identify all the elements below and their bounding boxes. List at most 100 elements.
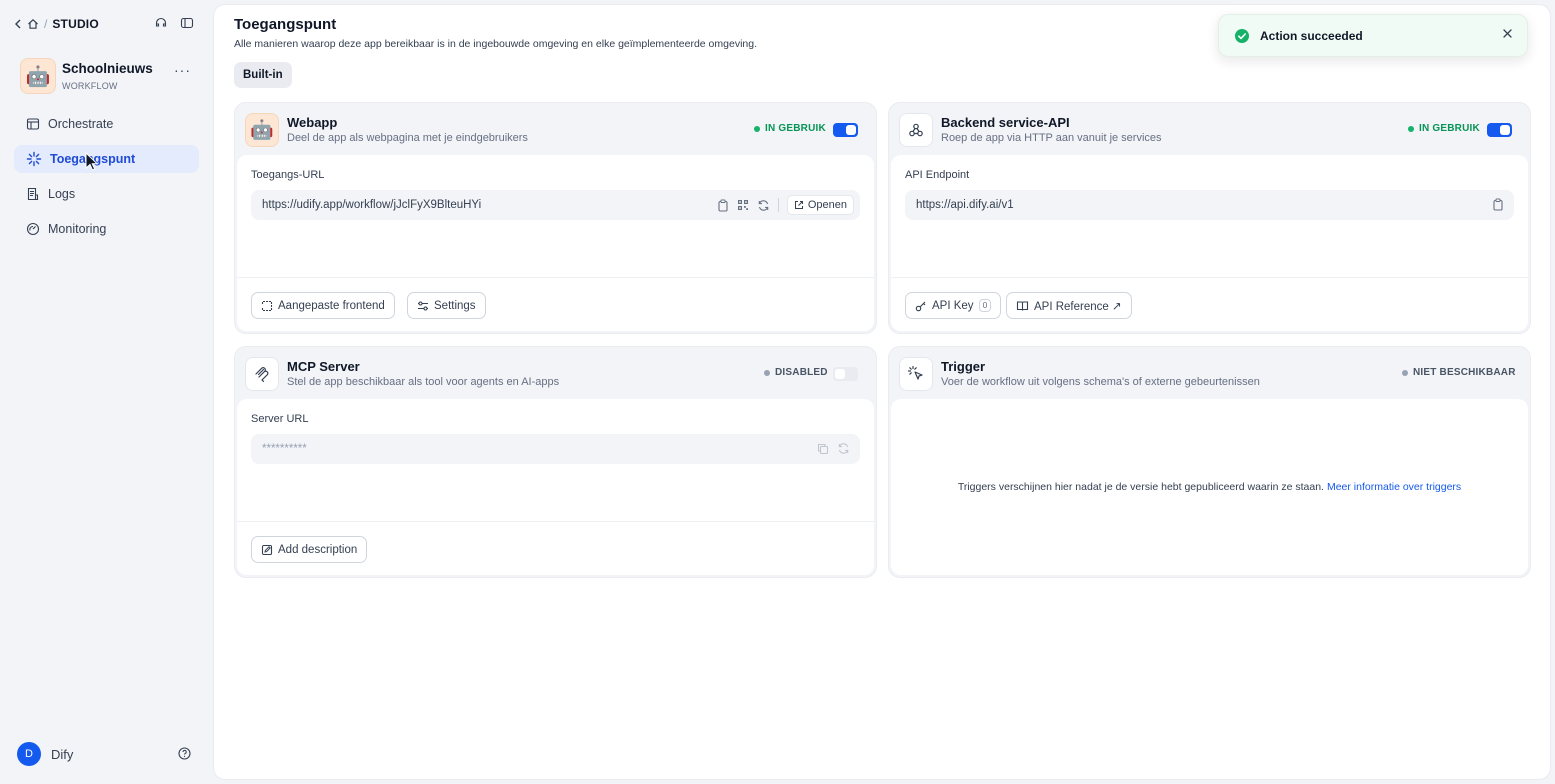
button-label: Add description: [278, 543, 358, 556]
sidebar-nav: Orchestrate Toegangspunt Logs Monitoring: [14, 110, 199, 250]
custom-frontend-button[interactable]: Aangepaste frontend: [251, 292, 395, 319]
settings-button[interactable]: Settings: [407, 292, 486, 319]
more-icon[interactable]: ···: [174, 62, 191, 78]
gauge-icon: [26, 222, 40, 236]
api-toggle[interactable]: [1487, 123, 1512, 137]
toast-message: Action succeeded: [1260, 28, 1363, 43]
sidebar-item-toegangspunt[interactable]: Toegangspunt: [14, 145, 199, 173]
breadcrumb-studio[interactable]: STUDIO: [52, 17, 99, 31]
api-reference-button[interactable]: API Reference ↗: [1006, 292, 1132, 319]
chevron-left-icon[interactable]: [14, 19, 22, 29]
access-url-field: https://udify.app/workflow/jJclFyX9Blteu…: [251, 190, 860, 220]
tab-built-in[interactable]: Built-in: [234, 62, 292, 88]
card-header: 🤖 Webapp Deel de app als webpagina met j…: [235, 103, 876, 155]
status-dot: [1402, 369, 1408, 376]
mcp-toggle[interactable]: [833, 367, 858, 381]
sidebar-collapse-icon[interactable]: [180, 16, 194, 30]
mouse-cursor-icon: [85, 152, 99, 171]
edit-icon: [261, 544, 273, 556]
main-panel: Toegangspunt Alle manieren waarop deze a…: [213, 4, 1551, 780]
close-icon[interactable]: [1502, 28, 1513, 39]
status-text: IN GEBRUIK: [765, 123, 826, 134]
book-icon: [1016, 300, 1029, 312]
add-description-button[interactable]: Add description: [251, 536, 368, 563]
help-icon[interactable]: [178, 747, 191, 760]
breadcrumb-separator: /: [44, 17, 48, 31]
copy-icon: [817, 443, 829, 455]
url-tools: [817, 442, 850, 455]
api-key-count-badge: 0: [978, 299, 992, 312]
qr-code-icon[interactable]: [737, 199, 749, 211]
robot-icon: 🤖: [20, 58, 56, 94]
card-description: Stel de app beschikbaar als tool voor ag…: [287, 376, 560, 388]
card-title: Backend service-API: [941, 115, 1070, 130]
card-description: Voer de workflow uit volgens schema's of…: [941, 376, 1260, 388]
breadcrumb: / STUDIO: [14, 16, 99, 32]
card-header: Backend service-API Roep de app via HTTP…: [889, 103, 1530, 155]
status-text: IN GEBRUIK: [1419, 123, 1480, 134]
app-card[interactable]: 🤖 Schoolnieuws WORKFLOW ···: [20, 58, 200, 98]
button-label: Aangepaste frontend: [278, 299, 385, 312]
open-label: Openen: [807, 199, 847, 211]
app-type: WORKFLOW: [62, 81, 118, 91]
sidebar-item-monitoring[interactable]: Monitoring: [14, 215, 199, 243]
user-menu[interactable]: D Dify: [17, 742, 73, 766]
clipboard-icon[interactable]: [717, 199, 729, 212]
access-url[interactable]: https://udify.app/workflow/jJclFyX9Blteu…: [262, 199, 481, 211]
status-text: NIET BESCHIKBAAR: [1413, 367, 1516, 378]
api-endpoint-field: https://api.dify.ai/v1: [905, 190, 1514, 220]
webapp-toggle[interactable]: [833, 123, 858, 137]
open-button[interactable]: Openen: [786, 195, 854, 215]
clipboard-icon[interactable]: [1492, 198, 1504, 211]
card-footer: Add description: [237, 521, 874, 575]
layout-icon: [26, 117, 40, 131]
button-label: API Reference ↗: [1034, 300, 1122, 313]
url-tools: [1492, 198, 1504, 211]
sidebar-item-logs[interactable]: Logs: [14, 180, 199, 208]
app-name: Schoolnieuws: [62, 61, 153, 76]
headset-icon[interactable]: [154, 16, 168, 30]
card-footer: Aangepaste frontend Settings: [237, 277, 874, 331]
sparkle-icon: [26, 151, 42, 167]
window-icon: [261, 300, 273, 312]
page-subtitle: Alle manieren waarop deze app bereikbaar…: [234, 38, 757, 50]
pointer-click-icon: [899, 357, 933, 391]
card-header: MCP Server Stel de app beschikbaar als t…: [235, 347, 876, 399]
robot-icon: 🤖: [245, 113, 279, 147]
home-icon[interactable]: [27, 18, 39, 30]
card-title: Trigger: [941, 359, 986, 374]
status-dot: [764, 369, 770, 376]
card-body: Server URL **********: [237, 399, 874, 521]
backend-api-card: Backend service-API Roep de app via HTTP…: [888, 102, 1531, 334]
server-url-field: **********: [251, 434, 860, 464]
trigger-card: Trigger Voer de workflow uit volgens sch…: [888, 346, 1531, 578]
button-label: API Key: [932, 299, 974, 312]
api-key-button[interactable]: API Key 0: [905, 292, 1002, 319]
trigger-docs-link[interactable]: Meer informatie over triggers: [1327, 481, 1461, 493]
refresh-icon[interactable]: [757, 199, 770, 212]
trigger-message: Triggers verschijnen hier nadat je de ve…: [957, 481, 1324, 493]
card-description: Deel de app als webpagina met je eindgeb…: [287, 132, 528, 144]
status-dot: [754, 125, 760, 132]
field-label: Toegangs-URL: [251, 169, 325, 181]
status-badge: NIET BESCHIKBAAR: [1402, 367, 1516, 378]
url-tools: Openen: [717, 195, 854, 215]
api-endpoint-url[interactable]: https://api.dify.ai/v1: [916, 199, 1014, 211]
user-name: Dify: [51, 746, 74, 762]
field-label: API Endpoint: [905, 169, 970, 181]
status-badge: IN GEBRUIK: [1408, 123, 1480, 134]
status-dot: [1408, 125, 1414, 132]
card-header: Trigger Voer de workflow uit volgens sch…: [889, 347, 1530, 399]
card-title: MCP Server: [287, 359, 360, 374]
file-list-icon: [26, 187, 40, 201]
sidebar-item-orchestrate[interactable]: Orchestrate: [14, 110, 199, 138]
avatar: D: [17, 742, 41, 766]
server-url: **********: [262, 443, 307, 455]
external-link-icon: [794, 200, 804, 210]
card-title: Webapp: [287, 115, 338, 130]
divider: [777, 198, 779, 212]
field-label: Server URL: [251, 413, 309, 425]
button-label: Settings: [434, 299, 476, 312]
card-footer: API Key 0 API Reference ↗: [891, 277, 1528, 331]
page-title: Toegangspunt: [234, 16, 337, 33]
